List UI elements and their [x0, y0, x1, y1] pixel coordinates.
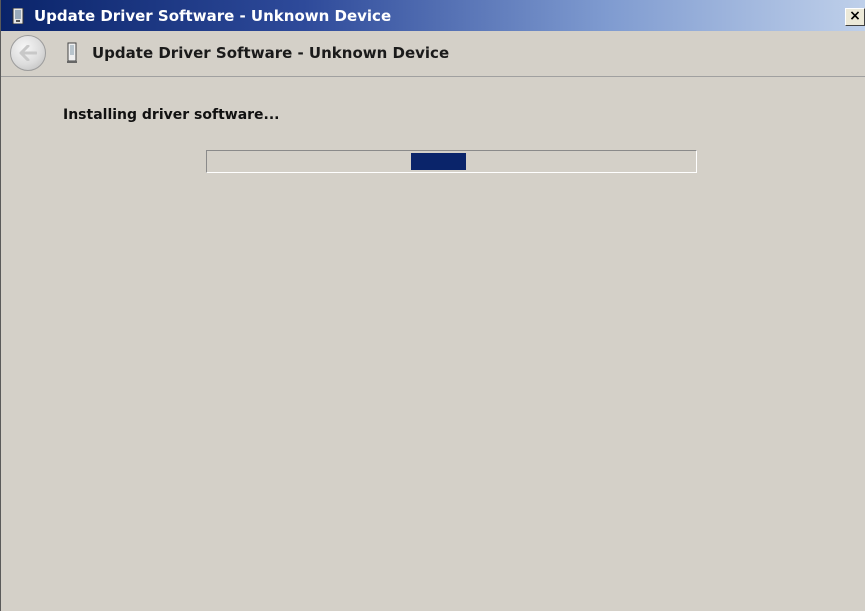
back-button[interactable] — [10, 35, 46, 71]
wizard-header: Update Driver Software - Unknown Device — [1, 31, 865, 77]
close-button[interactable]: × — [845, 8, 865, 26]
window-title: Update Driver Software - Unknown Device — [34, 7, 392, 25]
title-bar: Update Driver Software - Unknown Device … — [1, 0, 865, 31]
back-arrow-icon — [19, 45, 37, 61]
progress-marquee-chunk — [411, 153, 466, 170]
page-title: Update Driver Software - Unknown Device — [92, 44, 450, 62]
dialog-window: Update Driver Software - Unknown Device … — [0, 0, 865, 611]
device-icon — [12, 8, 24, 24]
progress-bar — [206, 150, 697, 173]
status-text: Installing driver software... — [63, 107, 280, 123]
device-icon — [67, 42, 77, 63]
